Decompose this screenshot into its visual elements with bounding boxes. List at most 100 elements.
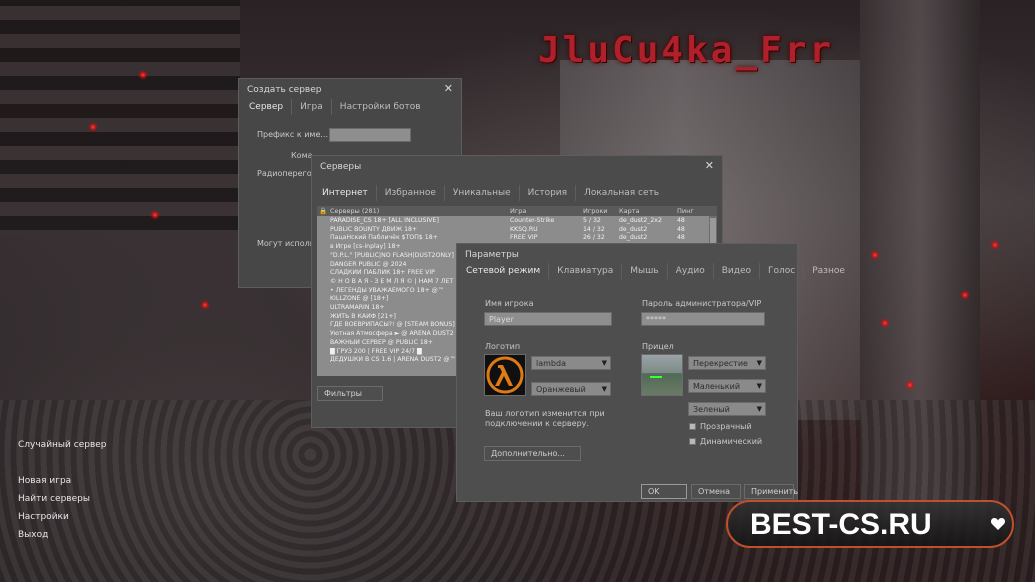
column-players[interactable]: Игроки: [583, 206, 608, 216]
lambda-logo-preview: [484, 354, 526, 396]
tab-game[interactable]: Игра: [291, 99, 331, 115]
chevron-down-icon: ▼: [601, 359, 607, 367]
player-name-input[interactable]: Player: [484, 312, 612, 326]
chevron-down-icon: ▼: [756, 382, 762, 390]
logo-select[interactable]: lambda ▼: [531, 356, 611, 370]
menu-find-servers[interactable]: Найти серверы: [18, 490, 138, 508]
lock-icon: 🔒: [319, 207, 328, 215]
tab-voice[interactable]: Голос: [759, 263, 803, 279]
tab-misc[interactable]: Разное: [803, 263, 853, 279]
create-server-tabs: Сервер Игра Настройки ботов: [241, 99, 429, 115]
crosshair-preview: [641, 354, 683, 396]
crosshair-style-value: Перекрестие: [693, 359, 748, 368]
crosshair-size-select[interactable]: Маленький ▼: [688, 379, 766, 393]
server-cell-players: 26 / 32: [583, 234, 605, 242]
chevron-down-icon: ▼: [756, 359, 762, 367]
admin-password-input[interactable]: *****: [641, 312, 765, 326]
crosshair-label: Прицел: [642, 342, 674, 351]
prefix-label: Префикс к име...: [257, 130, 328, 139]
column-servers[interactable]: Серверы (281): [330, 206, 379, 216]
server-row[interactable]: PARADISE_CS 18+ [ALL INCLUSIVE] Counter-S…: [317, 217, 717, 225]
options-window: Параметры Сетевой режим Клавиатура Мышь …: [456, 243, 845, 502]
column-map[interactable]: Карта: [619, 206, 640, 216]
server-cell-players: 5 / 32: [583, 217, 601, 224]
menu-spacer: [18, 454, 138, 472]
red-light: [880, 318, 890, 328]
tab-mouse[interactable]: Мышь: [621, 263, 666, 279]
server-cell-ping: 48: [677, 234, 685, 242]
column-ping[interactable]: Пинг: [677, 206, 694, 216]
translucent-label: Прозрачный: [700, 422, 752, 431]
cancel-button[interactable]: Отмена: [691, 484, 741, 499]
tab-audio[interactable]: Аудио: [666, 263, 713, 279]
servers-tabs: Интернет Избранное Уникальные История Ло…: [314, 185, 667, 201]
main-menu: Случайный сервер Новая игра Найти сервер…: [18, 436, 138, 544]
tab-server[interactable]: Сервер: [241, 99, 291, 115]
site-watermark: BEST-CS.RU: [726, 500, 1014, 548]
server-cell-ping: 48: [677, 217, 685, 224]
tab-unique[interactable]: Уникальные: [443, 185, 519, 201]
tab-keyboard[interactable]: Клавиатура: [548, 263, 621, 279]
server-cell-map: de_dust2_2x2: [619, 217, 662, 224]
server-cell-name: ПацаНский Пабличёк $TOП$ 18+: [330, 234, 438, 242]
red-light: [990, 240, 1000, 250]
logo-label: Логотип: [485, 342, 521, 351]
red-light: [200, 300, 210, 310]
window-title: Параметры: [465, 250, 519, 260]
logo-note: Ваш логотип изменится при подключении к …: [485, 409, 605, 428]
crosshair-line: [650, 376, 662, 378]
filters-button[interactable]: Фильтры: [317, 386, 383, 401]
advanced-button[interactable]: Дополнительно...: [484, 446, 581, 461]
lambda-icon: [486, 356, 524, 394]
server-cell-players: 14 / 32: [583, 225, 605, 233]
watermark-text: BEST-CS.RU: [750, 508, 932, 541]
logo-color-select[interactable]: Оранжевый ▼: [531, 382, 611, 396]
menu-new-game[interactable]: Новая игра: [18, 472, 138, 490]
dynamic-checkbox[interactable]: [689, 438, 696, 445]
window-title: Создать сервер: [247, 85, 322, 95]
column-game[interactable]: Игра: [510, 206, 526, 216]
prefix-input[interactable]: [329, 128, 411, 142]
translucent-checkbox[interactable]: [689, 423, 696, 430]
server-cell-name: PARADISE_CS 18+ [ALL INCLUSIVE]: [330, 217, 439, 224]
crosshair-style-select[interactable]: Перекрестие ▼: [688, 356, 766, 370]
tab-multiplayer[interactable]: Сетевой режим: [458, 263, 548, 279]
server-cell-ping: 48: [677, 225, 685, 233]
red-light: [88, 122, 98, 132]
tab-internet[interactable]: Интернет: [314, 185, 376, 201]
menu-exit[interactable]: Выход: [18, 526, 138, 544]
server-cell-game: FREE VIP: [510, 234, 538, 242]
tab-favorites[interactable]: Избранное: [375, 185, 444, 201]
server-cell-map: de_dust2: [619, 234, 648, 242]
tab-bot-settings[interactable]: Настройки ботов: [330, 99, 429, 115]
options-tabs: Сетевой режим Клавиатура Мышь Аудио Виде…: [458, 263, 853, 279]
player-name-label: Имя игрока: [485, 299, 534, 308]
tab-history[interactable]: История: [518, 185, 575, 201]
crosshair-color-value: Зеленый: [693, 405, 730, 414]
apply-button[interactable]: Применить: [744, 484, 798, 499]
close-icon[interactable]: ✕: [705, 159, 714, 172]
red-light: [138, 70, 148, 80]
tab-lan[interactable]: Локальная сеть: [575, 185, 667, 201]
red-light: [870, 250, 880, 260]
chevron-down-icon: ▼: [601, 385, 607, 393]
background-pipes: [0, 0, 240, 230]
crosshair-size-value: Маленький: [693, 382, 741, 391]
server-cell-name: PUBLIC BOUNTY ДВИЖ 18+: [330, 225, 418, 233]
server-cell-map: de_dust2: [619, 225, 648, 233]
tab-video[interactable]: Видео: [712, 263, 759, 279]
ok-button[interactable]: OK: [641, 484, 687, 499]
logo-color-value: Оранжевый: [536, 385, 586, 394]
crosshair-color-select[interactable]: Зеленый ▼: [688, 402, 766, 416]
chevron-down-icon: ▼: [756, 405, 762, 413]
server-row[interactable]: ПацаНский Пабличёк $TOП$ 18+ FREE VIP 26 /…: [317, 234, 717, 242]
server-list-header: 🔒 Серверы (281) Игра Игроки Карта Пинг: [317, 206, 717, 216]
admin-password-label: Пароль администратора/VIP: [642, 299, 762, 308]
red-light: [150, 210, 160, 220]
logo-select-value: lambda: [536, 359, 566, 368]
menu-random-server[interactable]: Случайный сервер: [18, 436, 138, 454]
close-icon[interactable]: ✕: [444, 82, 453, 95]
window-title: Серверы: [320, 162, 362, 172]
menu-settings[interactable]: Настройки: [18, 508, 138, 526]
server-row[interactable]: PUBLIC BOUNTY ДВИЖ 18+ KKSQ.RU 14 / 32 de_d…: [317, 226, 717, 234]
